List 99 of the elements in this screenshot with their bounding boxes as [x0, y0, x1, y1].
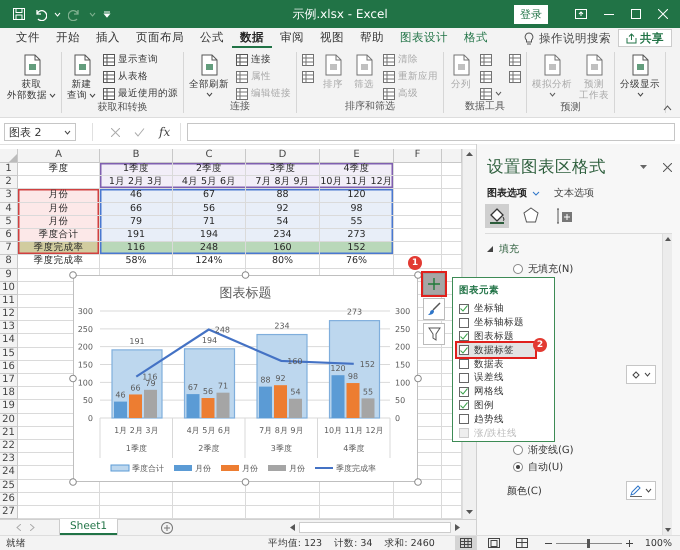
- table-cell: 季度合计: [18, 228, 100, 242]
- table-cell: 234: [246, 228, 320, 242]
- table-cell: 月份: [18, 202, 100, 216]
- category-label: 3季度: [270, 444, 292, 453]
- group-label: 连接: [229, 101, 251, 113]
- axis-label: 300: [395, 307, 410, 316]
- table-cell: 124%: [173, 255, 246, 268]
- callout-badge: 1: [408, 256, 422, 270]
- field-label: 颜色(C): [507, 484, 542, 498]
- table-cell: 3季度: [246, 163, 320, 176]
- group-label: 预测: [560, 102, 582, 114]
- table-cell: 月份: [18, 189, 100, 203]
- category-label: 4季度: [343, 444, 364, 453]
- legend-label: 月份: [195, 464, 211, 473]
- status-text: 就绪: [6, 536, 26, 550]
- category-label: 4月 5月 6月: [186, 426, 231, 435]
- data-label: 71: [218, 382, 228, 391]
- table-cell: 191: [100, 228, 173, 242]
- table-cell: 66: [100, 202, 173, 216]
- category-label: 1季度: [126, 444, 147, 453]
- status-stat: 求和: 2460: [384, 536, 435, 550]
- axis-label: 100: [395, 378, 410, 388]
- data-label: 67: [188, 383, 198, 392]
- data-label: 66: [130, 383, 141, 392]
- table-cell: 4月 5月 6月: [173, 176, 246, 190]
- data-label: 273: [346, 308, 362, 317]
- data-label: 234: [274, 322, 290, 331]
- table-cell: 2季度: [173, 163, 246, 176]
- data-label: 194: [202, 336, 218, 345]
- table-cell: 194: [173, 228, 246, 242]
- data-label: 191: [129, 336, 145, 346]
- table-cell: 116: [100, 242, 173, 256]
- legend-label: 月份: [289, 464, 305, 473]
- data-label: 46: [115, 390, 126, 400]
- axis-label: 150: [78, 360, 93, 370]
- axis-label: 100: [78, 378, 93, 388]
- window-title: 示例.xlsx - Excel: [292, 6, 388, 22]
- axis-label: 50: [395, 396, 406, 406]
- data-label: 79: [145, 378, 156, 388]
- table-cell: 80%: [246, 255, 320, 268]
- table-cell: 1月 2月 3月: [100, 176, 173, 190]
- data-label: 120: [330, 364, 346, 374]
- data-label: 55: [362, 387, 374, 396]
- data-label: 152: [360, 360, 376, 369]
- table-cell: 88: [246, 189, 320, 203]
- axis-label: 300: [78, 307, 93, 316]
- status-stat: 平均值: 123: [268, 536, 322, 550]
- group-label: 数据工具: [464, 101, 506, 113]
- axis-label: 250: [395, 324, 410, 334]
- category-label: 2季度: [198, 444, 220, 453]
- table-cell: 248: [173, 242, 246, 256]
- category-label: 10月 11月 12月: [324, 426, 384, 435]
- data-label: 92: [275, 374, 286, 384]
- table-cell: 55: [320, 216, 394, 229]
- table-cell: 152: [320, 242, 394, 256]
- axis-label: 200: [395, 342, 410, 352]
- legend-label: 季度完成率: [336, 464, 376, 473]
- table-cell: 79: [100, 216, 173, 229]
- data-label: 88: [260, 376, 271, 385]
- table-cell: 92: [246, 202, 320, 216]
- axis-label: 250: [78, 324, 93, 334]
- data-label: 54: [290, 388, 301, 397]
- table-cell: 58%: [100, 255, 173, 268]
- table-cell: 10月 11月 12月: [320, 176, 394, 190]
- table-cell: 160: [246, 242, 320, 256]
- data-label: 98: [348, 372, 358, 382]
- table-cell: 46: [100, 189, 173, 203]
- table-cell: 120: [320, 189, 394, 203]
- table-cell: 76%: [320, 255, 394, 268]
- legend-label: 季度合计: [132, 464, 164, 473]
- chart-title: 图表标题: [220, 286, 272, 301]
- menu-title: 图表元素: [459, 284, 500, 297]
- table-cell: 273: [320, 228, 394, 242]
- table-cell: 54: [246, 216, 320, 229]
- table-cell: 71: [173, 216, 246, 229]
- table-cell: 季度完成率: [18, 255, 100, 268]
- status-stat: 计数: 34: [334, 536, 372, 550]
- table-cell: 季度完成率: [18, 242, 100, 256]
- group-label: 获取和转换: [96, 102, 148, 114]
- table-cell: 月份: [18, 216, 100, 229]
- pane-title: 设置图表区格式: [487, 156, 607, 178]
- data-label: 160: [287, 356, 303, 366]
- axis-label: 200: [78, 342, 93, 352]
- table-cell: 67: [173, 189, 246, 203]
- table-cell: 98: [320, 202, 394, 216]
- axis-label: 0: [88, 414, 93, 423]
- data-label: 248: [214, 326, 230, 335]
- legend-label: 月份: [242, 464, 258, 473]
- table-cell: 7月 8月 9月: [246, 176, 320, 190]
- axis-label: 50: [82, 396, 93, 406]
- axis-label: 0: [395, 414, 400, 423]
- axis-label: 150: [395, 360, 410, 370]
- table-cell: 1季度: [100, 163, 173, 176]
- table-cell: 56: [173, 202, 246, 216]
- category-label: 7月 8月 9月: [259, 426, 304, 435]
- group-label: 排序和筛选: [344, 101, 396, 113]
- table-cell: 4季度: [320, 163, 394, 176]
- data-label: 56: [202, 387, 214, 396]
- category-label: 1月 2月 3月: [114, 426, 158, 435]
